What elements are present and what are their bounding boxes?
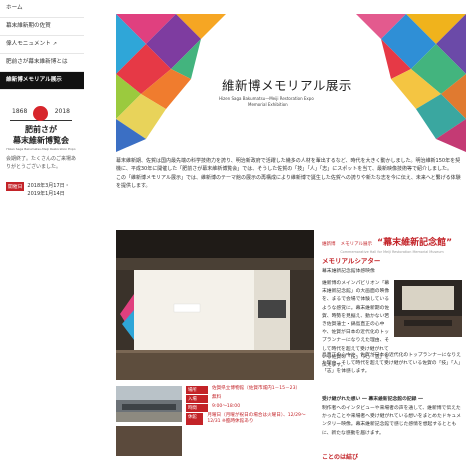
intro-paragraph: 幕末維新期、佐賀は国内最先端の科学技術力を誇り、明治新政府で活躍した幾多の人材を… bbox=[116, 158, 461, 173]
logo-subtitle: Hizen Saga Bakumatsu-Meiji Restoration E… bbox=[6, 147, 76, 151]
info-value: 無料 bbox=[212, 395, 222, 400]
logo-title-line1: 肥前さが bbox=[25, 125, 57, 134]
memorial-hall-heading: 維新博 メモリアル展示 “幕末維新記念館” Commemorative Hall… bbox=[322, 230, 462, 254]
museum-interior-photo bbox=[116, 426, 182, 456]
memorial-hall-lead: 維新博 bbox=[322, 242, 336, 247]
sidebar-item-label: 偉人モニュメント bbox=[6, 41, 51, 47]
info-label: 場所 bbox=[186, 386, 208, 394]
hero-subtitle-en: Hizen Saga Bakumatsu—Meiji Restoration E… bbox=[219, 96, 314, 101]
memorial-hall-sub: Commemorative Hall for Meiji Restoration… bbox=[340, 250, 444, 254]
passed-body: 制作者へのインタビューや来場者の声を通して、維新博で伝えたかったことや来場者へ受… bbox=[322, 406, 461, 436]
info-value: 月曜日（月曜が祝日の場合は火曜日）、12/29～12/31 ※臨時休館あり bbox=[207, 413, 306, 424]
sidebar: ホーム 幕末維新期の佐賀 偉人モニュメント ↗ 肥前さが幕末維新博とは 維新博メモ… bbox=[0, 0, 84, 472]
sidebar-item-memorial[interactable]: 維新博メモリアル展示 bbox=[0, 72, 84, 90]
sun-icon bbox=[33, 106, 48, 121]
info-row-hours: 時間 9:00～18:00 bbox=[186, 404, 314, 412]
intro-text: 幕末維新期、佐賀は国内最先端の科学技術力を誇り、明治新政府で活躍した幾多の人材を… bbox=[116, 157, 461, 191]
info-value: 佐賀県立博物館（佐賀市城内1－15－23） bbox=[212, 386, 301, 391]
info-row-closed: 休館 月曜日（月曜が祝日の場合は火曜日）、12/29～12/31 ※臨時休館あり bbox=[186, 413, 314, 425]
memorial-hall-lead-2: メモリアル展示 bbox=[340, 242, 373, 247]
sidebar-item-monuments[interactable]: 偉人モニュメント ↗ bbox=[0, 36, 84, 54]
hero-subtitle-en-2: Memorial Exhibition bbox=[248, 102, 288, 107]
intro-paragraph-2: この「維新博メモリアル展示」では、維新博のテーマ館の展示の再構成により維新博で誕… bbox=[116, 174, 461, 190]
logo-year-end: 2018 bbox=[54, 108, 70, 115]
external-link-icon: ↗ bbox=[52, 41, 57, 47]
theater-heading: メモリアルシアター bbox=[322, 257, 381, 265]
logo-years: 1868 2018 bbox=[6, 104, 76, 121]
sidebar-item-about-expo[interactable]: 肥前さが幕末維新博とは bbox=[0, 54, 84, 72]
expo-logo[interactable]: 1868 2018 肥前さが 幕末維新博覧会 Hizen Saga Bakuma… bbox=[6, 104, 76, 151]
memorial-hall-title: “幕末維新記念館” bbox=[377, 238, 452, 248]
passed-heading: 受け継がれた想い ― 幕末維新記念館の記録 ― bbox=[322, 397, 423, 402]
info-label: 休館 bbox=[186, 413, 204, 425]
info-value: 9:00～18:00 bbox=[212, 404, 241, 409]
exhibition-photo bbox=[116, 230, 314, 380]
theater-title: 幕末維新記念館体感映像 bbox=[322, 269, 375, 274]
hero-banner: 維新博メモリアル展示 Hizen Saga Bakumatsu—Meiji Re… bbox=[116, 14, 466, 154]
info-label: 入場 bbox=[186, 395, 208, 403]
page-title: 維新博メモリアル展示 bbox=[222, 78, 352, 93]
info-label: 時間 bbox=[186, 404, 208, 412]
logo-title-line2: 幕末維新博覧会 bbox=[13, 136, 69, 145]
museum-photo bbox=[116, 386, 182, 422]
info-row-admission: 入場 無料 bbox=[186, 395, 314, 403]
period-badge: 開催日 bbox=[6, 182, 25, 191]
main-content: 維新博メモリアル展示 Hizen Saga Bakumatsu—Meiji Re… bbox=[96, 0, 472, 472]
theater-body-cont: 島直正の心中や、佐賀が日本の近代化のトップランナーになりえた理由、そして時代を超… bbox=[322, 353, 461, 375]
sidebar-item-bakumatsu-saga[interactable]: 幕末維新期の佐賀 bbox=[0, 18, 84, 36]
period-text: 2018年3月17日・2019年1月14日 bbox=[27, 183, 70, 197]
theater-photo bbox=[394, 280, 462, 337]
info-table: 場所 佐賀県立博物館（佐賀市城内1－15－23） 入場 無料 時間 9:00～1… bbox=[186, 386, 314, 426]
thanks-message: 会期終了。たくさんのご来場ありがとうございました。 bbox=[6, 156, 77, 170]
period-block: 開催日 2018年3月17日・2019年1月14日 bbox=[6, 182, 84, 201]
info-row-location: 場所 佐賀県立博物館（佐賀市城内1－15－23） bbox=[186, 386, 314, 394]
sidebar-item-home[interactable]: ホーム bbox=[0, 0, 84, 18]
logo-year-start: 1868 bbox=[12, 108, 28, 115]
next-heading: ことのは結び bbox=[322, 454, 358, 461]
